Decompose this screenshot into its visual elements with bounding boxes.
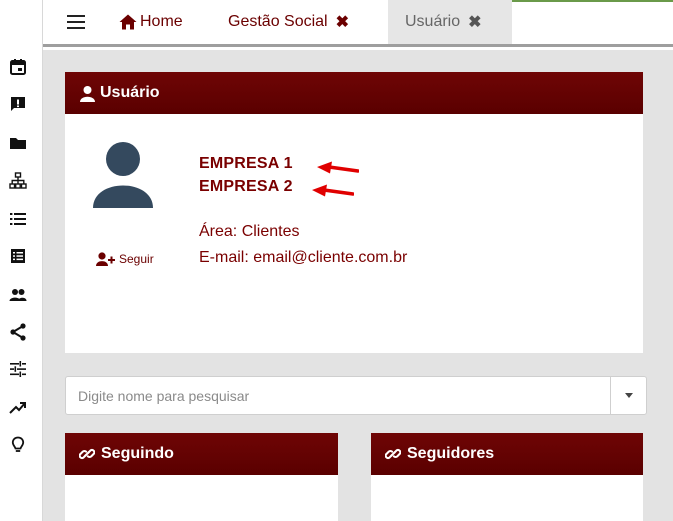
table-list-icon[interactable] [9,247,27,265]
following-panel: Seguindo [65,433,338,521]
add-user-icon [96,252,115,266]
user-search-select[interactable] [65,376,647,415]
followers-panel: Seguidores [371,433,643,521]
home-icon [119,14,137,30]
main-content: Usuário Seguir EMPRESA 1 EMPRESA 2 Área:… [43,50,673,521]
annotation-arrow-icon [312,184,354,197]
tab-gestao-social[interactable]: Gestão Social ✖ [228,0,349,44]
user-panel: Usuário Seguir EMPRESA 1 EMPRESA 2 Área:… [65,72,643,353]
user-email: E-mail: email@cliente.com.br [199,249,408,266]
close-icon[interactable]: ✖ [468,12,481,32]
share-icon[interactable] [9,323,27,341]
link-icon [385,448,401,460]
tab-usuario[interactable]: Usuário ✖ [388,0,512,44]
trending-up-icon[interactable] [9,398,27,416]
company-name: EMPRESA 2 [199,178,293,195]
close-icon[interactable]: ✖ [336,12,349,32]
user-area: Área: Clientes [199,223,300,240]
annotation-arrow-icon [317,161,359,174]
sidebar [0,0,43,521]
avatar [93,142,153,208]
dropdown-toggle[interactable] [610,377,646,414]
sliders-icon[interactable] [9,360,27,378]
followers-panel-header: Seguidores [371,433,643,475]
tab-home[interactable]: Home [119,0,183,44]
followers-panel-title: Seguidores [407,445,495,462]
top-accent-line [503,0,673,2]
user-panel-header: Usuário [65,72,643,114]
follow-button[interactable]: Seguir [96,252,154,266]
user-panel-title: Usuário [100,84,160,101]
tab-gestao-label: Gestão Social [228,13,328,30]
tab-home-label: Home [140,13,183,30]
link-icon [79,448,95,460]
folder-icon[interactable] [9,134,27,152]
company-name: EMPRESA 1 [199,155,293,172]
menu-icon[interactable] [67,15,85,29]
people-icon[interactable] [9,286,27,304]
lightbulb-icon[interactable] [9,436,27,454]
follow-label: Seguir [119,252,154,266]
following-panel-header: Seguindo [65,433,338,475]
following-panel-title: Seguindo [101,445,174,462]
search-input[interactable] [66,377,610,414]
chevron-down-icon [624,393,633,398]
tab-usuario-label: Usuário [405,13,461,30]
user-icon [80,85,95,102]
tab-bar: Home Gestão Social ✖ Usuário ✖ [43,0,673,47]
sitemap-icon[interactable] [9,172,27,190]
feedback-icon[interactable] [9,95,27,113]
calendar-icon[interactable] [9,58,27,76]
list-icon[interactable] [9,210,27,228]
